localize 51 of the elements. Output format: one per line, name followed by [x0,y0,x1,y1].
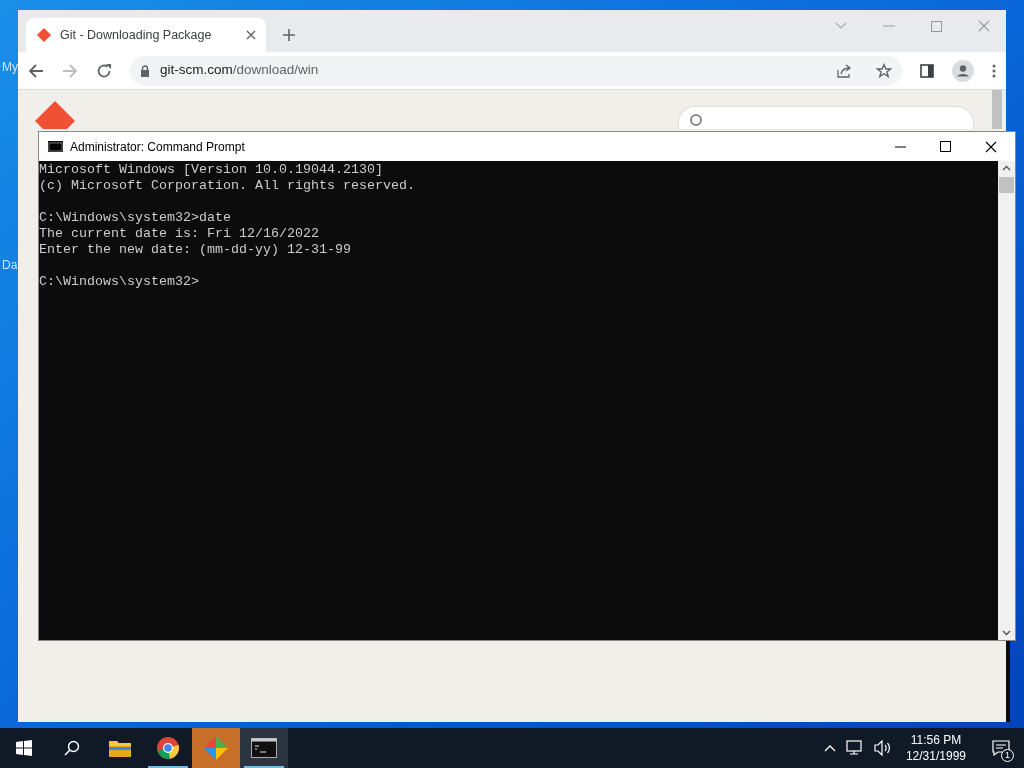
scroll-up-icon[interactable] [1002,165,1011,171]
avatar-icon[interactable] [952,59,974,82]
search-field[interactable] [678,106,974,129]
share-icon[interactable] [836,62,852,79]
console-icon [251,738,277,758]
browser-tab[interactable]: Git - Downloading Package [26,18,266,52]
close-icon[interactable] [985,140,997,153]
console-line: Enter the new date: (mm-dd-yy) 12-31-99 [39,242,351,258]
search-icon[interactable] [64,740,80,756]
notifications-button[interactable]: 1 [986,728,1016,768]
maximize-icon[interactable] [940,141,951,152]
diamond-icon [36,27,52,43]
url-text: git-scm.com/download/win [160,61,320,80]
minimize-icon[interactable] [895,145,906,148]
taskbar-button[interactable] [240,728,288,768]
side-panel-icon[interactable] [920,63,934,78]
console-line: (c) Microsoft Corporation. All rights reserved. [39,178,415,194]
diamond-icon [203,735,229,761]
browser-icon [156,736,180,760]
clock-date[interactable]: 12/31/1999 [905,748,966,764]
desktop-icon-label: My [1,59,18,76]
console-line: Microsoft Windows [Version 10.0.19044.2130] [39,162,383,178]
scrollbar-thumb[interactable] [999,177,1014,193]
back-icon[interactable] [28,62,44,79]
lock-icon [140,64,150,77]
chevron-up-icon[interactable] [823,744,836,752]
tab-title: Git - Downloading Package [60,26,213,44]
scrollbar[interactable] [998,161,1015,640]
star-icon[interactable] [876,62,892,79]
desktop-icon-label: Da [1,257,18,274]
network-icon[interactable] [845,740,864,756]
notification-count: 1 [1001,749,1014,762]
windows-start-icon[interactable] [16,740,32,756]
window-title: Administrator: Command Prompt [70,138,246,156]
console-line: C:\Windows\system32> [39,274,199,290]
menu-icon[interactable] [992,63,996,78]
console-line: The current date is: Fri 12/16/2022 [39,226,319,242]
close-icon[interactable] [246,30,256,40]
reload-icon[interactable] [96,62,112,79]
message-icon [992,740,1010,756]
clock-time[interactable]: 11:56 PM [910,732,962,748]
scroll-down-icon[interactable] [1002,630,1011,636]
git-logo-icon [34,100,76,129]
search-icon [689,113,703,127]
volume-icon[interactable] [873,740,892,756]
console-line: C:\Windows\system32>date [39,210,231,226]
folder-icon [108,738,132,758]
scrollbar [992,90,1002,129]
plus-icon[interactable] [282,28,296,42]
console-icon [48,141,63,152]
address-bar[interactable]: git-scm.com/download/win [130,55,902,86]
